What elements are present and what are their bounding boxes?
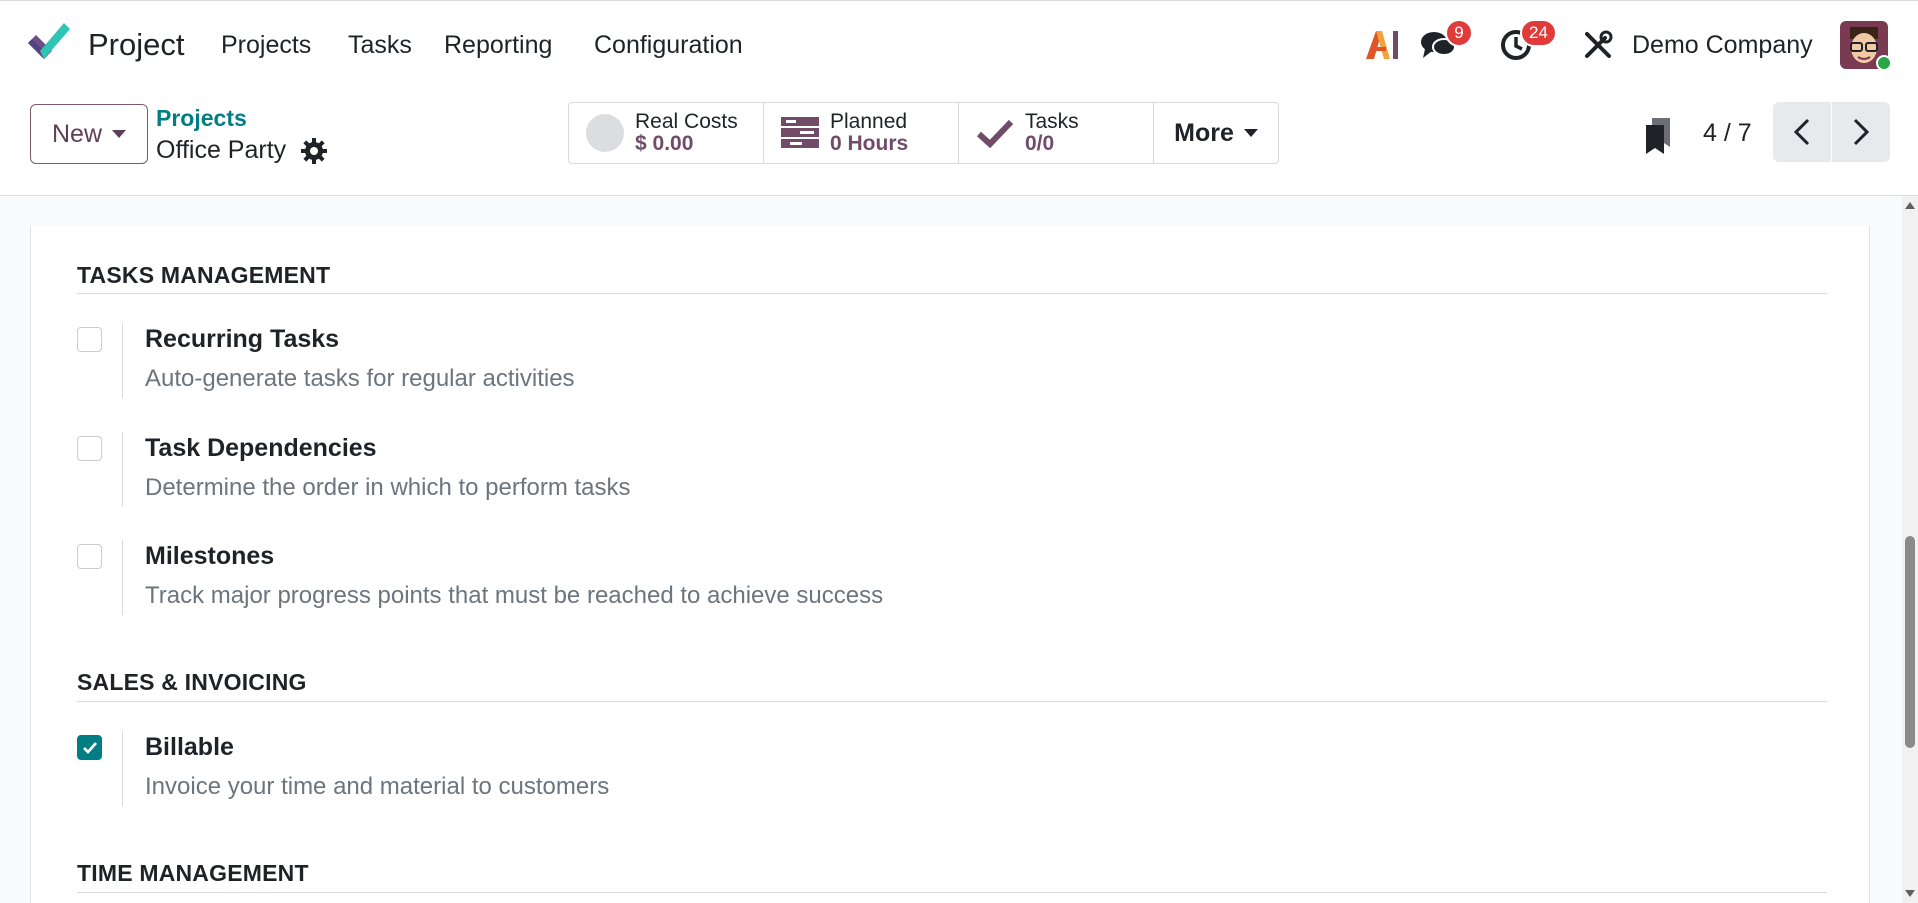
option-milestones: Milestones Track major progress points t…	[77, 540, 1277, 630]
activities-count-badge: 24	[1520, 19, 1557, 47]
scroll-down-icon[interactable]	[1905, 890, 1915, 897]
section-divider	[77, 293, 1827, 294]
option-title: Task Dependencies	[145, 434, 377, 462]
option-description: Auto-generate tasks for regular activiti…	[145, 365, 575, 392]
bookmark-icon[interactable]	[1643, 117, 1673, 155]
option-title: Recurring Tasks	[145, 325, 340, 353]
recurring-tasks-checkbox[interactable]	[77, 327, 102, 352]
pager-previous-button[interactable]	[1773, 102, 1831, 162]
more-label: More	[1174, 118, 1234, 147]
option-description: Determine the order in which to perform …	[145, 474, 631, 501]
option-recurring-tasks: Recurring Tasks Auto-generate tasks for …	[77, 323, 1277, 413]
chevron-left-icon	[1793, 118, 1810, 146]
user-avatar[interactable]	[1840, 21, 1892, 71]
option-description: Invoice your time and material to custom…	[145, 773, 610, 800]
planning-icon	[780, 113, 820, 153]
top-navbar: Project Projects Tasks Reporting Configu…	[0, 0, 1918, 91]
section-divider	[77, 892, 1827, 893]
section-divider	[77, 701, 1827, 702]
menu-configuration[interactable]: Configuration	[594, 31, 743, 60]
pager-value[interactable]: 4 / 7	[1703, 119, 1752, 148]
planned-button[interactable]: Planned 0 Hours	[763, 102, 959, 164]
option-divider	[122, 540, 123, 615]
gear-icon[interactable]	[300, 137, 328, 165]
scroll-thumb[interactable]	[1905, 536, 1915, 748]
real-costs-value: $ 0.00	[635, 132, 694, 155]
planned-label: Planned	[830, 109, 908, 133]
option-divider	[122, 731, 123, 806]
menu-reporting[interactable]: Reporting	[444, 31, 552, 60]
option-title: Billable	[145, 733, 234, 761]
tasks-button[interactable]: Tasks 0/0	[958, 102, 1154, 164]
control-panel: New Projects Office Party Real Costs $ 0…	[0, 91, 1918, 196]
ai-icon[interactable]	[1362, 25, 1402, 65]
caret-down-icon	[1243, 129, 1258, 137]
messages-count-badge: 9	[1445, 19, 1473, 47]
tasks-value: 0/0	[1025, 132, 1055, 155]
tools-icon[interactable]	[1578, 25, 1618, 65]
real-costs-label: Real Costs	[635, 109, 738, 133]
planned-value: 0 Hours	[830, 132, 909, 155]
menu-tasks[interactable]: Tasks	[348, 31, 412, 60]
new-button[interactable]: New	[30, 104, 148, 164]
scroll-up-icon[interactable]	[1905, 202, 1915, 209]
option-divider	[122, 432, 123, 507]
option-title: Milestones	[145, 542, 275, 570]
chevron-right-icon	[1853, 118, 1870, 146]
online-status-dot	[1876, 55, 1892, 71]
pager-next-button[interactable]	[1832, 102, 1890, 162]
real-costs-button[interactable]: Real Costs $ 0.00	[568, 102, 764, 164]
form-sheet: TASKS MANAGEMENT Recurring Tasks Auto-ge…	[30, 226, 1870, 903]
page-scrollbar[interactable]	[1902, 196, 1918, 903]
caret-down-icon	[112, 130, 126, 138]
project-app-icon[interactable]	[26, 23, 72, 67]
billable-checkbox[interactable]	[77, 735, 102, 760]
tasks-label: Tasks	[1025, 109, 1079, 133]
app-name[interactable]: Project	[88, 27, 184, 63]
more-button[interactable]: More	[1153, 102, 1279, 164]
check-icon	[975, 113, 1015, 153]
option-task-dependencies: Task Dependencies Determine the order in…	[77, 432, 1277, 522]
section-title-time-management: TIME MANAGEMENT	[77, 860, 309, 886]
option-divider	[122, 323, 123, 398]
breadcrumb-current: Office Party	[156, 136, 287, 164]
section-title-sales-invoicing: SALES & INVOICING	[77, 669, 307, 695]
milestones-checkbox[interactable]	[77, 544, 102, 569]
option-description: Track major progress points that must be…	[145, 582, 884, 609]
section-title-tasks-management: TASKS MANAGEMENT	[77, 262, 331, 288]
circle-icon	[585, 113, 625, 153]
new-button-label: New	[51, 119, 102, 148]
task-dependencies-checkbox[interactable]	[77, 436, 102, 461]
checkmark-icon	[82, 741, 97, 754]
company-switcher[interactable]: Demo Company	[1632, 31, 1813, 60]
breadcrumb-projects[interactable]: Projects	[156, 105, 247, 132]
smart-buttons: Real Costs $ 0.00 Planned 0 Hours Tasks …	[568, 102, 1279, 164]
option-billable: Billable Invoice your time and material …	[77, 731, 1277, 821]
menu-projects[interactable]: Projects	[221, 31, 311, 60]
